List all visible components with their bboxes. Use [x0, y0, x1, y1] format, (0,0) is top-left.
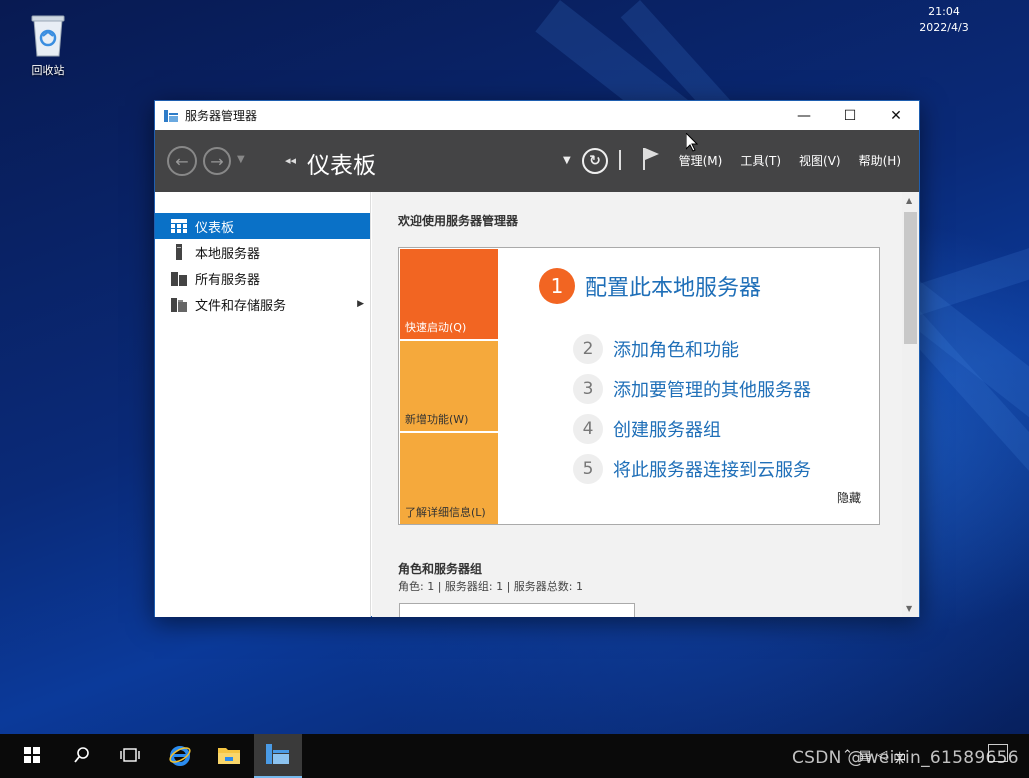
sidebar: 仪表板 本地服务器 所有服务器 文件和存储服务 ▶	[155, 192, 371, 617]
sidebar-item-label: 仪表板	[195, 220, 235, 236]
step-number: 1	[539, 268, 575, 304]
server-manager-icon	[265, 742, 291, 769]
windows-logo-icon	[24, 746, 40, 766]
menu-tools[interactable]: 工具(T)	[740, 152, 781, 169]
toolbar-separator	[619, 150, 621, 170]
recycle-bin-label: 回收站	[31, 64, 65, 77]
hide-link[interactable]: 隐藏	[837, 489, 861, 506]
forward-button[interactable]: →	[203, 147, 231, 175]
start-button[interactable]	[8, 734, 56, 778]
close-icon: ✕	[890, 107, 902, 124]
close-button[interactable]: ✕	[873, 101, 919, 130]
tile-whats-new[interactable]: 新增功能(W)	[400, 341, 498, 431]
sidebar-item-label: 所有服务器	[195, 272, 261, 288]
storage-icon	[171, 296, 187, 312]
recycle-bin-icon	[28, 12, 68, 58]
server-manager-window: 服务器管理器 — ☐ ✕ ← → ▼ ◂◂ 仪表板 ▼ ↻ 管理(M) 工具(T…	[154, 100, 920, 617]
sidebar-item-label: 文件和存储服务	[195, 298, 287, 314]
maximize-icon: ☐	[843, 107, 857, 124]
step-create-server-group[interactable]: 4 创建服务器组	[573, 414, 721, 444]
role-card[interactable]	[399, 603, 635, 617]
history-dropdown-icon[interactable]: ▼	[237, 154, 245, 165]
step-add-servers[interactable]: 3 添加要管理的其他服务器	[573, 374, 811, 404]
taskbar-file-explorer[interactable]	[205, 734, 253, 778]
arrow-right-icon: →	[210, 151, 224, 171]
maximize-button[interactable]: ☐	[827, 101, 873, 130]
vertical-scrollbar[interactable]: ▲ ▼	[902, 192, 919, 617]
menu-bar: 管理(M) 工具(T) 视图(V) 帮助(H)	[679, 152, 901, 169]
search-icon	[74, 746, 90, 766]
scroll-down-icon[interactable]: ▼	[906, 604, 912, 613]
arrow-left-icon: ←	[175, 151, 189, 171]
sidebar-item-label: 本地服务器	[195, 246, 261, 262]
tile-quick-start[interactable]: 快速启动(Q)	[400, 249, 498, 339]
roles-summary: 角色: 1 | 服务器组: 1 | 服务器总数: 1	[398, 580, 584, 593]
step-connect-cloud[interactable]: 5 将此服务器连接到云服务	[573, 454, 811, 484]
clock-date: 2022/4/3	[919, 21, 969, 34]
menu-help[interactable]: 帮助(H)	[859, 152, 901, 169]
breadcrumb-chevron-icon: ◂◂	[285, 154, 297, 167]
step-link[interactable]: 配置此本地服务器	[585, 270, 761, 302]
refresh-icon: ↻	[589, 153, 601, 169]
step-link[interactable]: 添加要管理的其他服务器	[613, 376, 811, 402]
sidebar-item-file-storage[interactable]: 文件和存储服务 ▶	[155, 291, 370, 317]
title-bar[interactable]: 服务器管理器 — ☐ ✕	[155, 101, 919, 130]
back-button[interactable]: ←	[167, 146, 197, 176]
quick-start-panel: 快速启动(Q) 新增功能(W) 了解详细信息(L) 1 配置此本地服务器 2 添…	[398, 247, 880, 525]
step-link[interactable]: 添加角色和功能	[613, 336, 739, 362]
server-manager-icon	[163, 108, 179, 124]
chevron-right-icon: ▶	[357, 299, 364, 309]
servers-icon	[171, 270, 187, 286]
scroll-up-icon[interactable]: ▲	[906, 196, 912, 205]
step-number: 3	[573, 374, 603, 404]
step-configure-local-server[interactable]: 1 配置此本地服务器	[539, 268, 761, 304]
window-title: 服务器管理器	[185, 109, 258, 123]
minimize-icon: —	[797, 107, 811, 124]
scrollbar-thumb[interactable]	[904, 212, 917, 344]
server-icon	[171, 244, 187, 260]
breadcrumb: 仪表板	[307, 153, 376, 179]
refresh-button[interactable]: ↻	[582, 148, 608, 174]
notifications-flag-icon[interactable]	[641, 146, 661, 175]
minimize-button[interactable]: —	[781, 101, 827, 130]
folder-icon	[217, 745, 241, 768]
task-view-icon	[120, 747, 140, 766]
dashboard-icon	[171, 218, 187, 234]
toolbar: ← → ▼ ◂◂ 仪表板 ▼ ↻ 管理(M) 工具(T) 视图(V) 帮助(H)	[155, 130, 919, 192]
step-number: 5	[573, 454, 603, 484]
step-link[interactable]: 将此服务器连接到云服务	[613, 456, 811, 482]
search-button[interactable]	[58, 734, 106, 778]
step-link[interactable]: 创建服务器组	[613, 416, 721, 442]
breadcrumb-dropdown-icon[interactable]: ▼	[563, 155, 571, 166]
sidebar-item-all-servers[interactable]: 所有服务器	[155, 265, 370, 291]
sidebar-item-local-server[interactable]: 本地服务器	[155, 239, 370, 265]
internet-explorer-icon	[168, 743, 192, 770]
tile-label: 快速启动(Q)	[405, 321, 467, 334]
welcome-title: 欢迎使用服务器管理器	[398, 214, 519, 228]
mouse-cursor-icon	[685, 131, 699, 155]
clock-time: 21:04	[928, 5, 960, 18]
step-number: 2	[573, 334, 603, 364]
sidebar-item-dashboard[interactable]: 仪表板	[155, 213, 370, 239]
taskbar-internet-explorer[interactable]	[156, 734, 204, 778]
recycle-bin[interactable]: 回收站	[22, 12, 74, 78]
taskbar-server-manager[interactable]	[254, 734, 302, 778]
tile-learn-more[interactable]: 了解详细信息(L)	[400, 433, 498, 524]
taskbar-clock[interactable]: 21:04 2022/4/3	[914, 4, 974, 36]
step-number: 4	[573, 414, 603, 444]
step-add-roles[interactable]: 2 添加角色和功能	[573, 334, 739, 364]
watermark-text: CSDN @weixin_61589656	[792, 748, 1019, 768]
dashboard-content: 欢迎使用服务器管理器 快速启动(Q) 新增功能(W) 了解详细信息(L) 1 配…	[372, 192, 902, 617]
roles-section-title: 角色和服务器组	[398, 562, 483, 576]
tile-label: 了解详细信息(L)	[405, 506, 486, 519]
menu-view[interactable]: 视图(V)	[799, 152, 841, 169]
tile-label: 新增功能(W)	[405, 413, 469, 426]
task-view-button[interactable]	[106, 734, 154, 778]
